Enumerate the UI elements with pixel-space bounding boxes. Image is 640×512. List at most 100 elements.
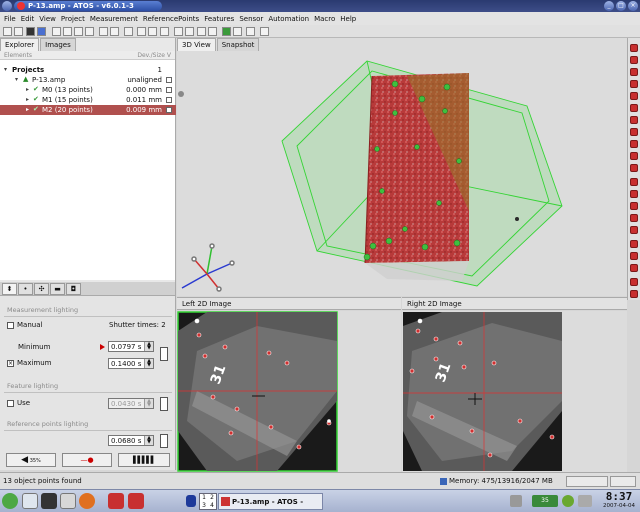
spin-arrows-icon[interactable]: ▲ ▼ [144, 359, 153, 368]
feature-exposure-button[interactable] [160, 397, 168, 411]
open-icon[interactable] [14, 27, 23, 36]
visibility-checkbox[interactable] [166, 107, 172, 113]
terminal-icon[interactable] [41, 493, 57, 509]
lasso-icon[interactable] [63, 27, 72, 36]
firefox-icon[interactable] [79, 493, 95, 509]
reference-tab-icon[interactable]: ✣ [34, 283, 49, 295]
atos-launcher-icon[interactable] [108, 493, 124, 509]
grid-icon[interactable] [110, 27, 119, 36]
forward-icon[interactable] [185, 27, 194, 36]
tree-row-m1[interactable]: ▸ ✔ M1 (15 points) 0.011 mm [0, 95, 176, 105]
expand-icon[interactable]: ▾ [4, 65, 7, 75]
help-icon[interactable] [260, 27, 269, 36]
transform-icon[interactable] [233, 27, 242, 36]
cone-tool-icon[interactable] [630, 116, 638, 124]
export-tool-icon[interactable] [630, 264, 638, 272]
tab-images[interactable]: Images [40, 38, 76, 51]
box-select-icon[interactable] [74, 27, 83, 36]
cpu-monitor[interactable]: 35 [532, 495, 558, 507]
menu-file[interactable]: File [4, 15, 16, 23]
mesh-tool-icon[interactable] [630, 252, 638, 260]
delete-tool-icon[interactable] [630, 226, 638, 234]
deviation-tool-icon[interactable] [630, 202, 638, 210]
close-icon[interactable]: × [628, 1, 638, 11]
axis-gizmo[interactable] [181, 243, 235, 292]
expand-icon[interactable]: ▸ [26, 95, 29, 105]
lighting-icon[interactable] [160, 27, 169, 36]
laser-button[interactable]: —● [62, 453, 112, 467]
align-tool-icon[interactable] [630, 240, 638, 248]
use-checkbox[interactable] [7, 400, 14, 407]
tab-snapshot[interactable]: Snapshot [216, 38, 260, 51]
menu-measurement[interactable]: Measurement [90, 15, 138, 23]
spin-arrows-icon[interactable]: ▲ ▼ [144, 342, 153, 351]
expand-icon[interactable]: ▸ [26, 85, 29, 95]
start-menu-icon[interactable] [2, 493, 18, 509]
network-icon[interactable] [510, 495, 522, 507]
select-icon[interactable] [52, 27, 61, 36]
spin-arrows-icon[interactable]: ▲ ▼ [144, 399, 153, 408]
menu-view[interactable]: View [39, 15, 56, 23]
sphere-tool-icon[interactable] [630, 92, 638, 100]
maximum-shutter-input[interactable]: 0.1400 s ▲ ▼ [108, 358, 154, 369]
maximize-icon[interactable]: □ [616, 1, 626, 11]
workspace-4[interactable]: 4 [208, 502, 216, 510]
menu-referencepoints[interactable]: ReferencePoints [143, 15, 199, 23]
menu-macro[interactable]: Macro [314, 15, 335, 23]
tab-3d-view[interactable]: 3D View [177, 38, 216, 51]
manual-checkbox[interactable] [7, 322, 14, 329]
camera-icon[interactable] [37, 27, 46, 36]
render-icon[interactable] [137, 27, 146, 36]
tree-row-project[interactable]: ▾ ▲ P-13.amp unaligned [0, 75, 176, 85]
polygonize-icon[interactable] [246, 27, 255, 36]
update-icon[interactable] [562, 495, 574, 507]
report-tool-icon[interactable] [630, 214, 638, 222]
point-tab-icon[interactable]: • [18, 283, 33, 295]
right-2d-image[interactable]: 31 [402, 311, 627, 472]
label-tool-icon[interactable] [630, 190, 638, 198]
clock[interactable]: 8:37 2007-04-04 [600, 491, 638, 511]
circle-tool-icon[interactable] [630, 68, 638, 76]
projector-button[interactable]: ▌▌▌▌▌ [118, 453, 170, 467]
menu-help[interactable]: Help [340, 15, 356, 23]
left-2d-image[interactable]: 31 [177, 311, 401, 472]
auto-exposure-button[interactable] [160, 347, 168, 361]
menu-project[interactable]: Project [61, 15, 85, 23]
section-tool-icon[interactable] [630, 164, 638, 172]
workspace-1[interactable]: 1 [200, 494, 208, 502]
minimum-shutter-input[interactable]: 0.0797 s ▲ ▼ [108, 341, 154, 352]
brightness-button[interactable]: ◀ 35% [6, 453, 56, 467]
task-window-button[interactable]: P-13.amp - ATOS - v6.0.1 [218, 493, 323, 510]
close-tool-icon[interactable] [630, 290, 638, 298]
spin-arrows-icon[interactable]: ▲ ▼ [144, 436, 153, 445]
reference-shutter-input[interactable]: 0.0680 s ▲ ▼ [108, 435, 154, 446]
tab-explorer[interactable]: Explorer [0, 38, 40, 51]
feature-shutter-input[interactable]: 0.0430 s ▲ ▼ [108, 398, 154, 409]
slot-tool-icon[interactable] [630, 128, 638, 136]
window-title[interactable]: P-13.amp - ATOS - v6.0.1-3 [14, 1, 162, 11]
projector-tab-icon[interactable]: ◘ [66, 283, 81, 295]
visibility-checkbox[interactable] [166, 77, 172, 83]
atos-viewer-icon[interactable] [128, 493, 144, 509]
maximum-checkbox[interactable]: × [7, 360, 14, 367]
measure-icon[interactable] [222, 27, 231, 36]
camera-tab-icon[interactable]: ▬ [50, 283, 65, 295]
workspace-3[interactable]: 3 [200, 502, 208, 510]
sensor-tab-icon[interactable]: ⬍ [2, 283, 17, 295]
editor-icon[interactable] [60, 493, 76, 509]
tree-row-m0[interactable]: ▸ ✔ M0 (13 points) 0.000 mm [0, 85, 176, 95]
reference-exposure-button[interactable] [160, 434, 168, 448]
inspect-tool-icon[interactable] [630, 178, 638, 186]
shading-icon[interactable] [148, 27, 157, 36]
menu-features[interactable]: Features [204, 15, 234, 23]
tree-row-m2[interactable]: ▸ ✔ M2 (20 points) 0.009 mm [0, 105, 176, 115]
expand-icon[interactable]: ▾ [15, 75, 18, 85]
filter-icon[interactable] [99, 27, 108, 36]
window-menu-icon[interactable] [2, 1, 12, 11]
distance-tool-icon[interactable] [630, 140, 638, 148]
desktop-icon[interactable] [22, 493, 38, 509]
cylinder-tool-icon[interactable] [630, 104, 638, 112]
line-tool-icon[interactable] [630, 80, 638, 88]
plane-tool-icon[interactable] [630, 56, 638, 64]
fit-view-icon[interactable] [208, 27, 217, 36]
